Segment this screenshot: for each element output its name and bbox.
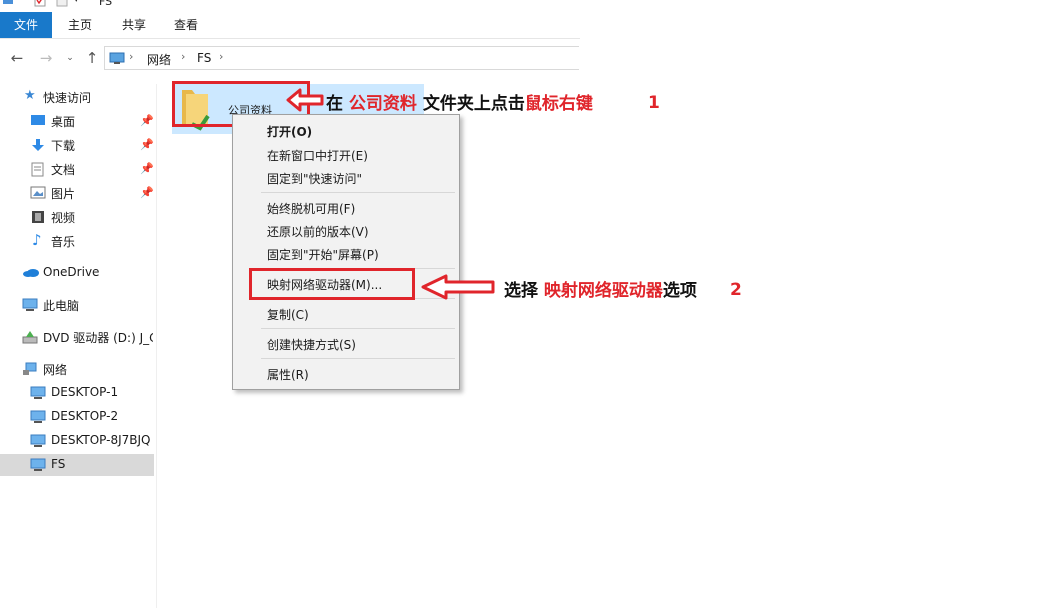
desktop-icon <box>31 115 45 125</box>
nav-pictures[interactable]: 图片 📌 <box>0 182 154 204</box>
window-title: FS <box>99 0 113 8</box>
new-folder-quick-icon[interactable] <box>56 0 68 8</box>
picture-icon <box>30 186 46 199</box>
menu-separator <box>261 192 455 193</box>
pin-icon: 📌 <box>140 138 154 151</box>
context-menu: 打开(O) 在新窗口中打开(E) 固定到"快速访问" 始终脱机可用(F) 还原以… <box>232 114 460 390</box>
nav-desktop[interactable]: 桌面 📌 <box>0 110 154 132</box>
highlight-box-map-drive <box>249 268 415 300</box>
music-note-icon: ♪ <box>32 231 42 249</box>
video-icon <box>32 211 44 223</box>
nav-network[interactable]: 网络 <box>0 358 154 380</box>
document-icon <box>31 162 44 177</box>
pin-icon: 📌 <box>140 114 154 127</box>
computer-icon <box>30 386 46 399</box>
navigation-pane: ★ 快速访问 桌面 📌 下载 📌 文档 📌 图片 📌 视频 ♪ 音乐 OneDr… <box>0 84 157 608</box>
tab-file[interactable]: 文件 <box>0 12 52 38</box>
computer-icon <box>30 434 46 447</box>
menu-copy[interactable]: 复制(C) <box>267 306 309 323</box>
menu-create-shortcut[interactable]: 创建快捷方式(S) <box>267 336 356 353</box>
download-icon <box>32 139 44 151</box>
network-location-icon <box>109 52 125 64</box>
menu-properties[interactable]: 属性(R) <box>267 366 309 383</box>
dvd-drive-icon <box>22 331 38 344</box>
menu-restore-previous[interactable]: 还原以前的版本(V) <box>267 223 369 240</box>
ribbon-tabs: 文件 主页 共享 查看 <box>0 12 580 39</box>
breadcrumb-network[interactable]: 网络 <box>147 51 171 68</box>
nav-desktop-8j7bjq[interactable]: DESKTOP-8J7BJQ <box>0 430 154 452</box>
computer-icon <box>22 298 38 311</box>
breadcrumb-fs[interactable]: FS <box>197 51 211 65</box>
annotation-arrow-1 <box>286 88 324 112</box>
tab-view[interactable]: 查看 <box>164 12 208 38</box>
tab-share[interactable]: 共享 <box>112 12 156 38</box>
nav-dvd-drive[interactable]: DVD 驱动器 (D:) J_C <box>0 326 154 348</box>
nav-quick-access[interactable]: ★ 快速访问 <box>0 86 154 108</box>
properties-quick-icon[interactable] <box>34 0 46 8</box>
cloud-icon <box>23 269 39 277</box>
nav-this-pc[interactable]: 此电脑 <box>0 294 154 316</box>
breadcrumb-separator[interactable]: › <box>181 50 185 63</box>
menu-separator <box>261 358 455 359</box>
nav-fs[interactable]: FS <box>0 454 154 476</box>
menu-always-offline[interactable]: 始终脱机可用(F) <box>267 200 355 217</box>
nav-desktop-2[interactable]: DESKTOP-2 <box>0 406 154 428</box>
nav-music[interactable]: ♪ 音乐 <box>0 230 154 252</box>
nav-downloads[interactable]: 下载 📌 <box>0 134 154 156</box>
network-icon <box>23 362 37 375</box>
nav-desktop-1[interactable]: DESKTOP-1 <box>0 382 154 404</box>
annotation-arrow-2 <box>421 274 495 300</box>
menu-open[interactable]: 打开(O) <box>267 123 312 140</box>
pin-icon: 📌 <box>140 186 154 199</box>
recent-locations-button[interactable]: ⌄ <box>62 48 78 68</box>
menu-pin-start[interactable]: 固定到"开始"屏幕(P) <box>267 246 379 263</box>
star-icon: ★ <box>24 88 36 103</box>
computer-icon <box>30 410 46 423</box>
customize-toolbar-icon[interactable]: ▾ <box>74 0 86 9</box>
forward-button[interactable]: → <box>38 48 54 68</box>
annotation-step-1: 在 公司资料 文件夹上点击鼠标右键 <box>326 94 593 114</box>
pin-icon: 📌 <box>140 162 154 175</box>
breadcrumb-separator[interactable]: › <box>219 50 223 63</box>
back-button[interactable]: ← <box>9 48 25 68</box>
address-bar[interactable]: › 网络 › FS › <box>104 46 579 70</box>
nav-onedrive[interactable]: OneDrive <box>0 262 154 284</box>
menu-separator <box>261 328 455 329</box>
computer-icon <box>30 458 46 471</box>
breadcrumb-separator[interactable]: › <box>129 50 133 63</box>
menu-open-new-window[interactable]: 在新窗口中打开(E) <box>267 147 368 164</box>
step-number-2: 2 <box>730 280 742 300</box>
nav-documents[interactable]: 文档 📌 <box>0 158 154 180</box>
annotation-step-2: 选择 映射网络驱动器选项 <box>504 281 697 301</box>
window-icon <box>3 0 13 4</box>
menu-pin-quick-access[interactable]: 固定到"快速访问" <box>267 170 362 187</box>
title-bar: ▾ FS <box>0 0 580 10</box>
nav-videos[interactable]: 视频 <box>0 206 154 228</box>
address-row: ← → ⌄ ↑ › 网络 › FS › <box>0 44 580 72</box>
up-button[interactable]: ↑ <box>84 48 100 68</box>
tab-home[interactable]: 主页 <box>58 12 102 38</box>
step-number-1: 1 <box>648 93 660 113</box>
